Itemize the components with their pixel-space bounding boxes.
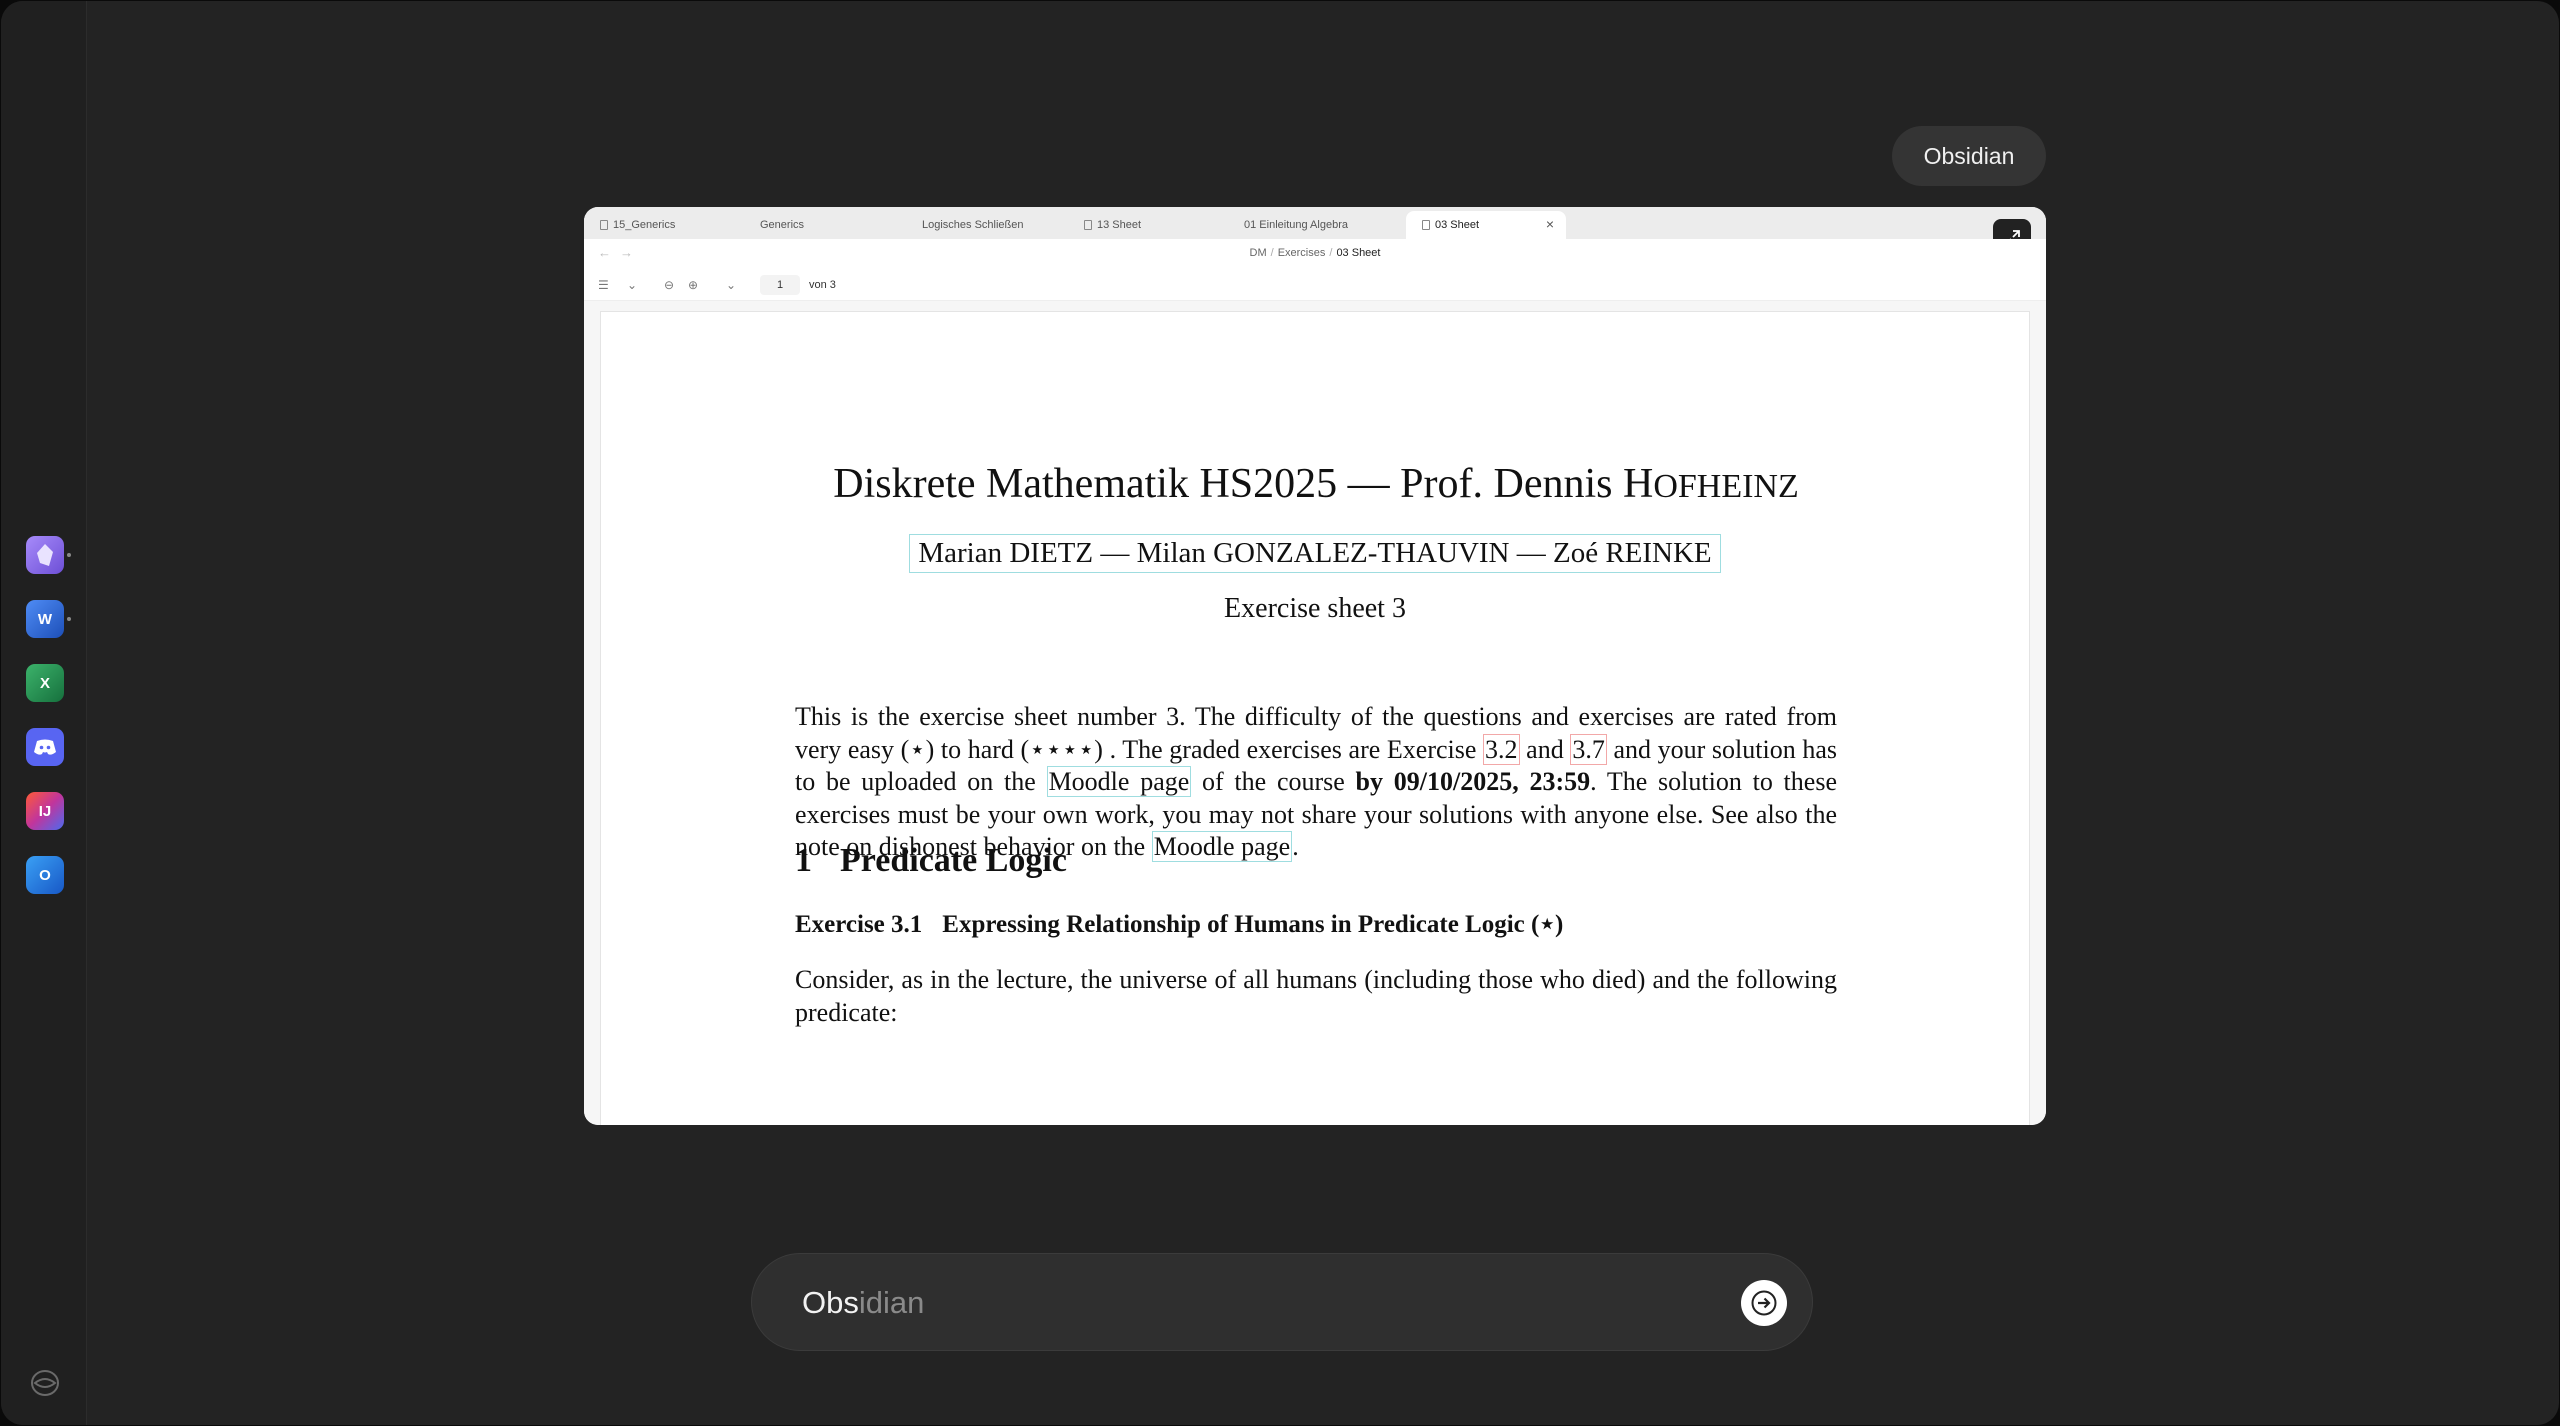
tab-15-generics[interactable]: 15_Generics (584, 211, 744, 239)
tab-label: 15_Generics (613, 219, 676, 231)
pdf-viewer[interactable]: Diskrete Mathematik HS2025 — Prof. Denni… (584, 301, 2046, 1125)
tab-label: Generics (760, 219, 805, 231)
tab-logisches-schliessen[interactable]: Logisches Schließen (906, 211, 1068, 239)
tab-13-sheet[interactable]: 13 Sheet (1068, 211, 1228, 239)
running-indicator (67, 553, 71, 557)
obsidian-gem-icon (37, 544, 53, 566)
chevron-down-icon[interactable]: ⌄ (627, 278, 637, 292)
file-icon (600, 220, 608, 230)
tab-label: 13 Sheet (1097, 219, 1142, 231)
excel-icon[interactable]: X (26, 664, 64, 702)
arrow-right-icon (1751, 1290, 1777, 1316)
zoom-out-icon[interactable]: ⊖ (664, 278, 674, 292)
word-icon[interactable]: W (26, 600, 64, 638)
tab-03-sheet[interactable]: 03 Sheet × (1406, 211, 1566, 239)
page-number-input[interactable]: 1 (760, 275, 800, 295)
tab-01-einleitung-algebra[interactable]: 01 Einleitung Algebra (1228, 211, 1388, 239)
document-title: Diskrete Mathematik HS2025 — Prof. Denni… (833, 461, 1799, 507)
tab-generics[interactable]: Generics (744, 211, 906, 239)
intellij-icon[interactable]: IJ (26, 792, 64, 830)
sidebar-toggle-icon[interactable]: ☰ (598, 278, 609, 292)
section-heading: 1 Predicate Logic (795, 842, 1067, 879)
discord-logo-icon (34, 739, 56, 755)
exercise-link[interactable]: 3.2 (1483, 733, 1520, 765)
tab-label: 01 Einleitung Algebra (1244, 219, 1348, 231)
obsidian-icon[interactable] (26, 536, 64, 574)
navigation-row: ← → DM / Exercises/03 Sheet (584, 239, 2046, 269)
submit-button[interactable] (1741, 1280, 1787, 1326)
breadcrumb: DM / Exercises/03 Sheet (1249, 247, 1381, 259)
discord-icon[interactable] (26, 728, 64, 766)
exercise-text: Consider, as in the lecture, the univers… (795, 965, 1837, 1027)
exercise-heading: Exercise 3.1 Expressing Relationship of H… (795, 911, 1564, 938)
pdf-page: Diskrete Mathematik HS2025 — Prof. Denni… (600, 311, 2030, 1125)
app-name-pill[interactable]: Obsidian (1892, 126, 2046, 186)
window-preview[interactable]: 15_Generics Generics Logisches Schließen… (584, 207, 2046, 1125)
authors-link[interactable]: Marian DIETZ — Milan GONZALEZ-THAUVIN — … (909, 534, 1721, 573)
zoom-in-icon[interactable]: ⊕ (688, 278, 698, 292)
pdf-toolbar: ☰ ⌄ ⊖ ⊕ ⌄ 1 von 3 (584, 269, 2046, 301)
app-dock: W X IJ O (1, 1, 87, 1425)
page-count: von 3 (809, 279, 836, 291)
file-icon (1084, 220, 1092, 230)
breadcrumb-current: 03 Sheet (1336, 247, 1381, 259)
exercise-link[interactable]: 3.7 (1570, 733, 1607, 765)
file-icon (1422, 220, 1430, 230)
app-search-input[interactable]: Obsidian (751, 1253, 1813, 1351)
tab-label: 03 Sheet (1435, 219, 1480, 231)
autocomplete-suggestion: idian (858, 1285, 925, 1320)
breadcrumb-item[interactable]: DM (1250, 247, 1267, 259)
moodle-link[interactable]: Moodle page (1046, 766, 1192, 798)
outlook-icon[interactable]: O (26, 856, 64, 894)
intro-paragraph: This is the exercise sheet number 3. The… (795, 702, 1837, 863)
breadcrumb-item[interactable]: Exercises (1278, 247, 1326, 259)
running-indicator (67, 617, 71, 621)
tab-label: Logisches Schließen (922, 219, 1024, 231)
desktop-frame: W X IJ O Obsidian 15_Generics Generics L… (1, 1, 2559, 1425)
moodle-link[interactable]: Moodle page (1151, 831, 1293, 863)
document-authors: Marian DIETZ — Milan GONZALEZ-THAUVIN — … (601, 534, 2029, 573)
close-icon[interactable]: × (1546, 216, 1554, 232)
document-subtitle: Exercise sheet 3 (1224, 593, 1406, 624)
tab-bar: 15_Generics Generics Logisches Schließen… (584, 207, 2046, 239)
search-text: Obsidian (802, 1285, 925, 1320)
chevron-down-icon[interactable]: ⌄ (726, 278, 736, 292)
settings-eye-icon[interactable] (29, 1367, 61, 1399)
